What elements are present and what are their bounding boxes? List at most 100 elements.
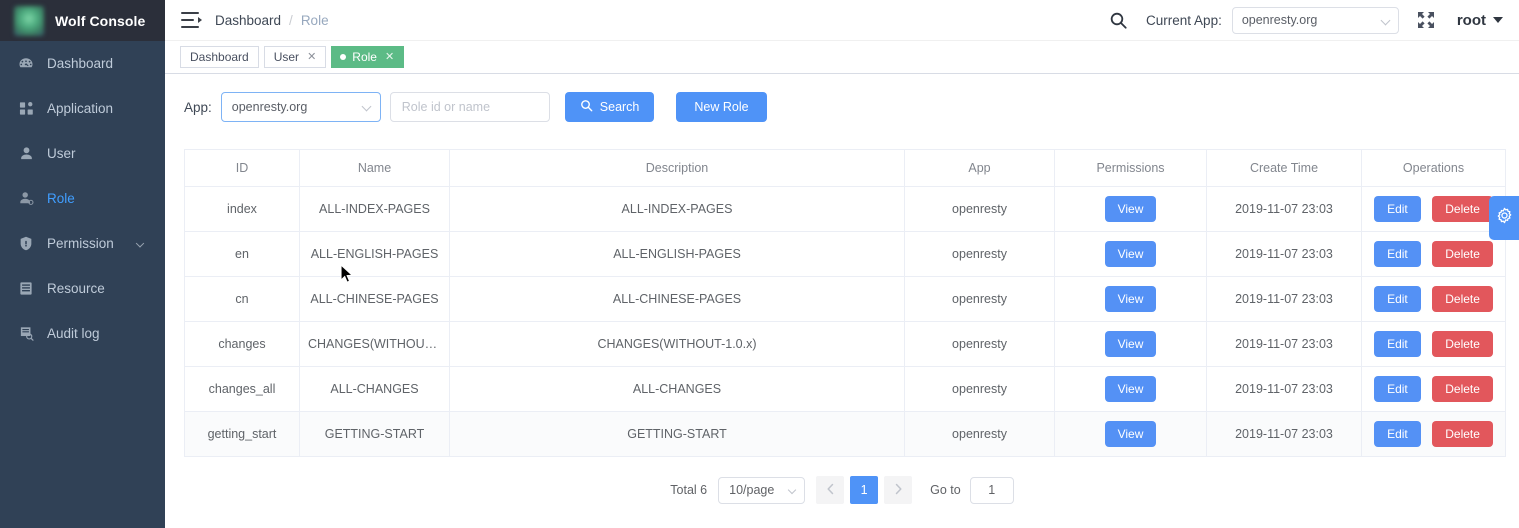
new-role-button[interactable]: New Role — [676, 92, 767, 122]
main-area: Dashboard / Role Current App: openresty.… — [165, 0, 1519, 528]
cell-id: en — [184, 231, 300, 277]
table-row[interactable]: changes CHANGES(WITHOUT-1.0.x) CHANGES(W… — [184, 321, 1506, 367]
next-page-button[interactable] — [884, 476, 913, 504]
sidebar-item-user[interactable]: User — [0, 131, 165, 176]
sidebar-item-label: Permission — [47, 236, 114, 251]
goto-page-input[interactable] — [969, 476, 1014, 504]
brand-title: Wolf Console — [55, 12, 146, 29]
cell-description: ALL-INDEX-PAGES — [449, 186, 905, 232]
edit-button[interactable]: Edit — [1374, 196, 1421, 222]
chevron-down-icon — [361, 101, 372, 112]
cell-name: ALL-INDEX-PAGES — [299, 186, 450, 232]
delete-button[interactable]: Delete — [1432, 331, 1493, 357]
app-select[interactable]: openresty.org — [220, 92, 381, 122]
hamburger-icon[interactable] — [181, 12, 202, 28]
goto-label: Go to — [930, 483, 961, 497]
close-icon[interactable]: ✕ — [385, 51, 394, 63]
cell-permissions: View — [1054, 186, 1207, 232]
current-app-select[interactable]: openresty.org — [1231, 6, 1399, 34]
chevron-down-icon[interactable] — [135, 238, 145, 248]
table-row[interactable]: getting_start GETTING-START GETTING-STAR… — [184, 411, 1506, 457]
cell-operations: Edit Delete — [1361, 186, 1506, 232]
cell-permissions: View — [1054, 366, 1207, 412]
sidebar-menu: Dashboard Application User Role Permissi… — [0, 41, 165, 356]
cell-id: getting_start — [184, 411, 300, 457]
cell-name: ALL-CHANGES — [299, 366, 450, 412]
sidebar-item-label: Application — [47, 101, 114, 116]
edit-button[interactable]: Edit — [1374, 421, 1421, 447]
tab-dashboard[interactable]: Dashboard — [180, 46, 259, 68]
cell-description: ALL-CHANGES — [449, 366, 905, 412]
cell-operations: Edit Delete — [1361, 231, 1506, 277]
chevron-down-icon — [1493, 17, 1503, 23]
cell-app: openresty — [904, 366, 1055, 412]
user-menu[interactable]: root — [1457, 12, 1503, 29]
sidebar-item-dashboard[interactable]: Dashboard — [0, 41, 165, 86]
sidebar-item-label: User — [47, 146, 76, 161]
breadcrumb-root[interactable]: Dashboard — [215, 13, 281, 28]
view-button[interactable]: View — [1104, 376, 1157, 402]
delete-button[interactable]: Delete — [1432, 286, 1493, 312]
shield-icon — [17, 235, 35, 253]
pagination: Total 6 10/page 1 Go to 1 — [165, 476, 1519, 504]
cell-id: changes_all — [184, 366, 300, 412]
settings-panel-button[interactable] — [1489, 196, 1519, 240]
sidebar-item-audit-log[interactable]: Audit log — [0, 311, 165, 356]
column-header-operations: Operations — [1361, 149, 1506, 187]
delete-button[interactable]: Delete — [1432, 376, 1493, 402]
sidebar-item-label: Dashboard — [47, 56, 114, 71]
app-select-value: openresty.org — [231, 100, 308, 114]
cell-permissions: View — [1054, 411, 1207, 457]
sidebar-item-application[interactable]: Application — [0, 86, 165, 131]
fullscreen-icon[interactable] — [1417, 11, 1435, 29]
cell-id: changes — [184, 321, 300, 367]
cell-create-time: 2019-11-07 23:03 — [1206, 411, 1362, 457]
column-header-create-time: Create Time — [1206, 149, 1362, 187]
app-root: Wolf Console Dashboard Application User … — [0, 0, 1519, 528]
page-size-select[interactable]: 10/page — [718, 476, 806, 504]
edit-button[interactable]: Edit — [1374, 331, 1421, 357]
table-row[interactable]: en ALL-ENGLISH-PAGES ALL-ENGLISH-PAGES o… — [184, 231, 1506, 277]
delete-button[interactable]: Delete — [1432, 421, 1493, 447]
cell-operations: Edit Delete — [1361, 321, 1506, 367]
delete-button[interactable]: Delete — [1432, 196, 1493, 222]
edit-button[interactable]: Edit — [1374, 286, 1421, 312]
search-button[interactable]: Search — [564, 92, 655, 122]
cell-id: index — [184, 186, 300, 232]
prev-page-button[interactable] — [816, 476, 845, 504]
navbar-right: Current App: openresty.org root — [1109, 6, 1519, 34]
close-icon[interactable]: ✕ — [307, 51, 316, 63]
grid-icon — [17, 100, 35, 118]
edit-button[interactable]: Edit — [1374, 241, 1421, 267]
view-button[interactable]: View — [1104, 241, 1157, 267]
table-row[interactable]: index ALL-INDEX-PAGES ALL-INDEX-PAGES op… — [184, 186, 1506, 232]
total-count: Total 6 — [670, 483, 708, 497]
chevron-down-icon — [1380, 15, 1391, 25]
sidebar-item-role[interactable]: Role — [0, 176, 165, 221]
current-app-value: openresty.org — [1241, 13, 1318, 27]
filter-toolbar: App: openresty.org Search New Role — [165, 74, 1519, 122]
table-row[interactable]: cn ALL-CHINESE-PAGES ALL-CHINESE-PAGES o… — [184, 276, 1506, 322]
tabs-bar: Dashboard User ✕ Role ✕ — [165, 41, 1519, 74]
tab-user[interactable]: User ✕ — [263, 46, 327, 68]
search-icon[interactable] — [1109, 11, 1128, 30]
role-table: ID Name Description App Permissions Crea… — [184, 149, 1506, 457]
tab-role[interactable]: Role ✕ — [331, 46, 405, 68]
sidebar-logo[interactable]: Wolf Console — [0, 0, 165, 41]
search-button-label: Search — [599, 100, 640, 114]
wolf-logo-icon — [14, 5, 44, 36]
sidebar-item-permission[interactable]: Permission — [0, 221, 165, 266]
table-body: index ALL-INDEX-PAGES ALL-INDEX-PAGES op… — [184, 186, 1506, 457]
view-button[interactable]: View — [1104, 331, 1157, 357]
cell-app: openresty — [904, 231, 1055, 277]
page-number-1[interactable]: 1 — [850, 476, 879, 504]
sidebar-item-resource[interactable]: Resource — [0, 266, 165, 311]
table-row[interactable]: changes_all ALL-CHANGES ALL-CHANGES open… — [184, 366, 1506, 412]
view-button[interactable]: View — [1104, 196, 1157, 222]
view-button[interactable]: View — [1104, 421, 1157, 447]
role-search-input[interactable] — [389, 92, 550, 122]
view-button[interactable]: View — [1104, 286, 1157, 312]
cell-app: openresty — [904, 276, 1055, 322]
delete-button[interactable]: Delete — [1432, 241, 1493, 267]
edit-button[interactable]: Edit — [1374, 376, 1421, 402]
